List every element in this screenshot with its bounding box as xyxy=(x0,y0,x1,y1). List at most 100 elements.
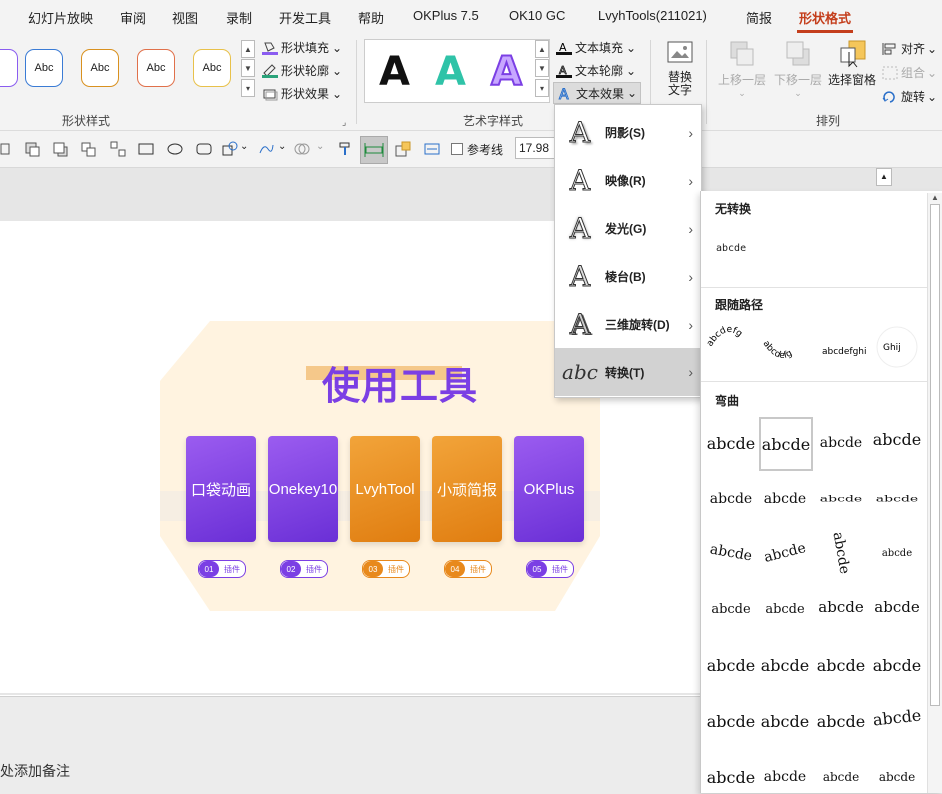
path-circle-option[interactable]: abcdefghi xyxy=(821,329,867,369)
no-transform-option[interactable]: abcde xyxy=(716,243,746,254)
shape-style-sample-orange[interactable]: Abc xyxy=(81,49,119,87)
align-button[interactable]: 对齐 ⌄ xyxy=(882,40,937,57)
merge-shapes-icon[interactable] xyxy=(294,141,310,157)
menu-developer[interactable]: 开发工具 xyxy=(279,8,331,27)
wordart-more-icon[interactable]: ▾ xyxy=(535,79,549,97)
tool-card-2[interactable]: Onekey10 xyxy=(268,436,338,542)
gallery-scroll-down-icon[interactable]: ▼ xyxy=(241,59,255,77)
menu-shape-format[interactable]: 形状格式 xyxy=(799,8,851,27)
warp-option[interactable]: abcde xyxy=(815,483,867,514)
warp-option[interactable]: abcde xyxy=(815,639,867,691)
shapes-dropdown-icon[interactable]: ⌄ xyxy=(240,141,248,152)
menu-item-3d-rotation[interactable]: A 三维旋转(D) › xyxy=(555,301,701,348)
bring-forward-button[interactable]: 上移一层 ⌄ xyxy=(716,40,768,99)
shape-style-sample-gold[interactable]: Abc xyxy=(193,49,231,87)
warp-option[interactable]: abcde xyxy=(705,583,757,635)
warp-option[interactable]: abcde xyxy=(815,751,867,793)
menu-briefing[interactable]: 简报 xyxy=(746,8,772,27)
path-button-option[interactable]: Ghij xyxy=(876,326,918,368)
menu-slideshow[interactable]: 幻灯片放映 xyxy=(28,8,93,27)
freeform-icon[interactable] xyxy=(258,141,274,157)
wordart-teal-sample[interactable]: A xyxy=(435,49,466,95)
shapes-icon[interactable] xyxy=(222,141,238,157)
menu-review[interactable]: 审阅 xyxy=(120,8,146,27)
gallery-scrollbar[interactable]: ▲ xyxy=(927,193,942,793)
warp-option[interactable]: abcde xyxy=(815,581,867,633)
warp-option[interactable]: abcde xyxy=(759,695,811,747)
rotate-button[interactable]: 旋转 ⌄ xyxy=(882,88,937,105)
warp-option[interactable]: abcde xyxy=(871,581,923,633)
menu-view[interactable]: 视图 xyxy=(172,8,198,27)
group-objects-icon[interactable] xyxy=(80,141,96,157)
warp-option[interactable]: abcde xyxy=(705,417,757,469)
selection-pane-button[interactable]: 选择窗格 xyxy=(826,40,878,88)
warp-option[interactable]: abcde xyxy=(759,751,811,793)
tool-card-3[interactable]: LvyhTool xyxy=(350,436,420,542)
tool-card-4[interactable]: 小顽简报 xyxy=(432,436,502,542)
scrollbar-thumb[interactable] xyxy=(930,204,940,706)
wordart-black-sample[interactable]: A xyxy=(379,49,410,95)
menu-item-shadow[interactable]: A 阴影(S) › xyxy=(555,109,701,156)
rectangle-icon[interactable] xyxy=(138,141,154,157)
warp-option[interactable]: abcde xyxy=(811,523,871,583)
merge-dropdown-icon[interactable]: ⌄ xyxy=(316,141,324,152)
menu-help[interactable]: 帮助 xyxy=(358,8,384,27)
shape-effects-button[interactable]: 形状效果 ⌄ xyxy=(262,85,342,102)
warp-option[interactable]: abcde xyxy=(815,695,867,747)
gallery-scroll-up-icon[interactable]: ▲ xyxy=(241,40,255,58)
gallery-more-icon[interactable]: ▾ xyxy=(241,79,255,97)
ellipse-icon[interactable] xyxy=(167,141,183,157)
freeform-dropdown-icon[interactable]: ⌄ xyxy=(278,141,286,152)
warp-option-selected[interactable]: abcde xyxy=(759,417,813,471)
send-backward-button[interactable]: 下移一层 ⌄ xyxy=(772,40,824,99)
shape-style-sample-purple[interactable] xyxy=(0,49,18,87)
warp-option[interactable]: abcde xyxy=(759,473,811,525)
bring-front-icon[interactable] xyxy=(24,141,40,157)
menu-ok10[interactable]: OK10 GC xyxy=(509,8,565,23)
ungroup-objects-icon[interactable] xyxy=(110,141,126,157)
align-left-icon[interactable] xyxy=(0,141,16,157)
shape-style-sample-blue[interactable]: Abc xyxy=(25,49,63,87)
warp-option[interactable]: abcde xyxy=(753,521,816,584)
warp-option[interactable]: abcde xyxy=(759,639,811,691)
tool-card-1[interactable]: 口袋动画 xyxy=(186,436,256,542)
text-effects-button[interactable]: A 文本效果 ⌄ xyxy=(553,82,642,104)
warp-option[interactable]: abcde xyxy=(705,639,757,691)
pane-scroll-up-icon[interactable]: ▲ xyxy=(876,168,892,186)
format-painter-icon[interactable] xyxy=(337,141,353,157)
warp-option[interactable]: abcde xyxy=(871,483,923,514)
menu-item-reflection[interactable]: A 映像(R) › xyxy=(555,157,701,204)
warp-option[interactable]: abcde xyxy=(705,751,757,793)
warp-option[interactable]: abcde xyxy=(871,751,923,793)
alt-text-button[interactable]: 替换 文字 xyxy=(663,40,697,104)
text-outline-button[interactable]: A 文本轮廓 ⌄ xyxy=(556,62,636,79)
wordart-purple-outline-sample[interactable]: A xyxy=(490,48,523,96)
warp-option[interactable]: abcde xyxy=(705,695,757,747)
menu-item-bevel[interactable]: A 棱台(B) › xyxy=(555,253,701,300)
dialog-launcher-icon[interactable]: ⌟ xyxy=(342,117,346,128)
shape-style-sample-red[interactable]: Abc xyxy=(137,49,175,87)
warp-option[interactable]: abcde xyxy=(815,417,867,469)
warp-option[interactable]: abcde xyxy=(701,523,761,583)
menu-lvyhtools[interactable]: LvyhTools(211021) xyxy=(598,8,707,23)
menu-record[interactable]: 录制 xyxy=(226,8,252,27)
menu-okplus[interactable]: OKPlus 7.5 xyxy=(413,8,479,23)
warp-option[interactable]: abcde xyxy=(871,639,923,691)
guides-checkbox[interactable] xyxy=(451,143,463,155)
text-fill-button[interactable]: A 文本填充 ⌄ xyxy=(556,39,636,56)
menu-item-glow[interactable]: A 发光(G) › xyxy=(555,205,701,252)
shape-fill-button[interactable]: 形状填充 ⌄ xyxy=(262,39,342,56)
path-arch-down-option[interactable]: abcdefg xyxy=(761,339,803,361)
menu-item-transform[interactable]: abc 转换(T) › xyxy=(555,348,701,396)
shape-outline-button[interactable]: 形状轮廓 ⌄ xyxy=(262,62,342,79)
wordart-scroll-up-icon[interactable]: ▲ xyxy=(535,40,549,58)
warp-option[interactable]: abcde xyxy=(871,413,923,465)
warp-option[interactable]: abcde xyxy=(868,688,925,745)
warp-option[interactable]: abcde xyxy=(705,473,757,525)
textbox-icon[interactable] xyxy=(424,141,440,157)
selection-tool-icon[interactable] xyxy=(395,141,411,157)
send-back-icon[interactable] xyxy=(52,141,68,157)
rounded-rectangle-icon[interactable] xyxy=(196,141,212,157)
tool-card-5[interactable]: OKPlus xyxy=(514,436,584,542)
warp-option[interactable]: abcde xyxy=(871,527,923,579)
